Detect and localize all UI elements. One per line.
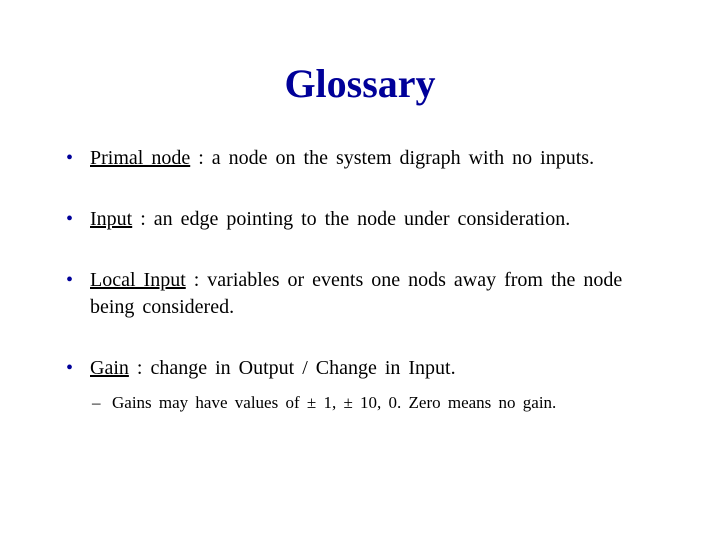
- list-item: Local Input : variables or events one no…: [60, 267, 660, 321]
- term: Primal node: [90, 147, 190, 169]
- definition: : an edge pointing to the node under con…: [132, 208, 570, 230]
- sub-text: Gains may have values of ± 1, ± 10, 0. Z…: [112, 393, 556, 412]
- sub-list: Gains may have values of ± 1, ± 10, 0. Z…: [90, 392, 660, 415]
- glossary-list: Primal node : a node on the system digra…: [60, 145, 660, 415]
- list-item: Gain : change in Output / Change in Inpu…: [60, 355, 660, 415]
- slide: Glossary Primal node : a node on the sys…: [0, 0, 720, 540]
- term: Input: [90, 208, 132, 230]
- definition: : a node on the system digraph with no i…: [190, 147, 594, 169]
- term: Local Input: [90, 269, 186, 291]
- list-item: Primal node : a node on the system digra…: [60, 145, 660, 172]
- page-title: Glossary: [60, 60, 660, 107]
- list-item: Input : an edge pointing to the node und…: [60, 206, 660, 233]
- sub-list-item: Gains may have values of ± 1, ± 10, 0. Z…: [90, 392, 660, 415]
- definition: : change in Output / Change in Input.: [129, 357, 456, 379]
- term: Gain: [90, 357, 129, 379]
